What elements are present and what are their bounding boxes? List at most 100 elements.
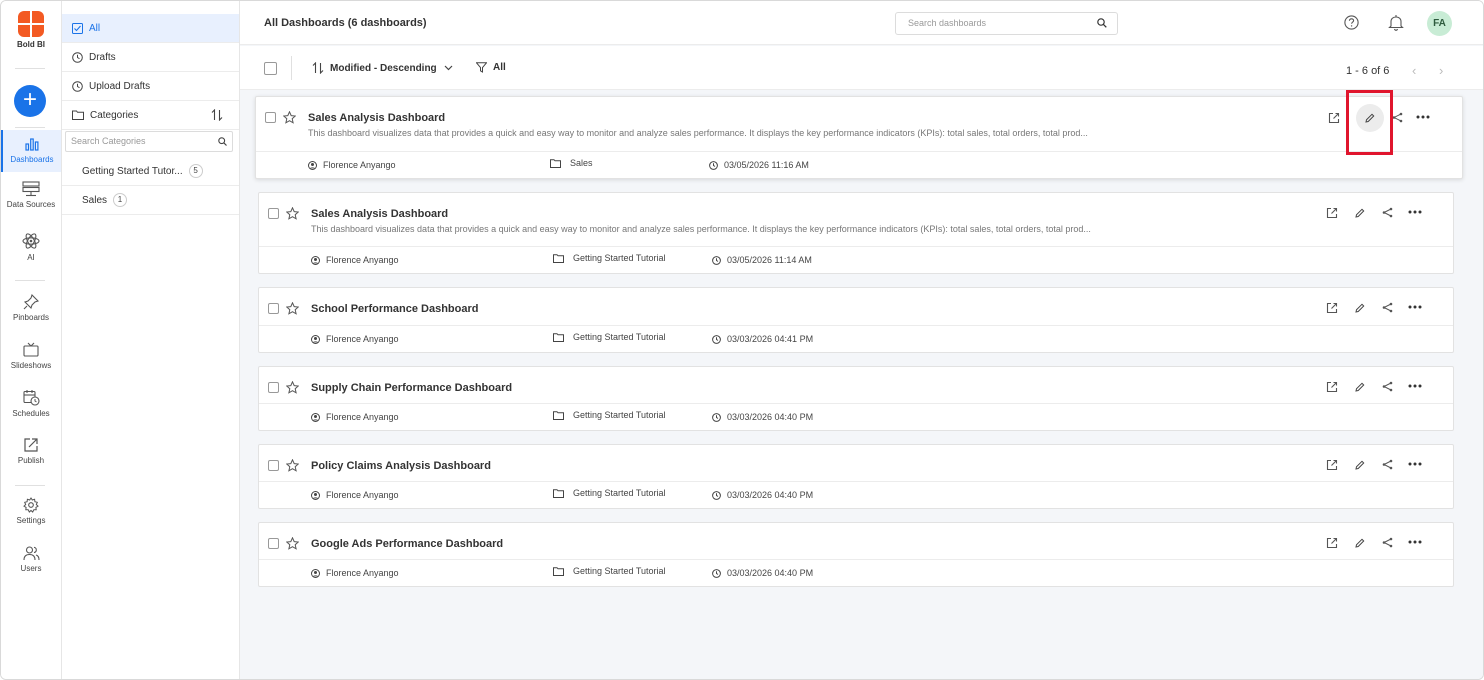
share-icon[interactable] — [1382, 537, 1393, 548]
star-icon[interactable] — [286, 207, 299, 220]
user-avatar[interactable]: FA — [1427, 11, 1452, 36]
open-external-icon[interactable] — [1326, 207, 1338, 219]
category-item[interactable]: Getting Started Tutor... 5 — [62, 157, 239, 186]
open-external-icon[interactable] — [1328, 112, 1340, 124]
nav-rail: Bold BI + Dashboards Data Sources AI Pin… — [1, 1, 62, 679]
modified-meta: 03/03/2026 04:41 PM — [712, 334, 813, 344]
star-icon[interactable] — [283, 111, 296, 124]
rail-dashboards[interactable]: Dashboards — [1, 130, 61, 172]
view-drafts[interactable]: Drafts — [62, 43, 239, 72]
star-icon[interactable] — [286, 302, 299, 315]
open-external-icon[interactable] — [1326, 381, 1338, 393]
dashboard-card[interactable]: Supply Chain Performance Dashboard Flore… — [258, 366, 1454, 431]
prev-page-button[interactable]: ‹ — [1412, 63, 1416, 78]
share-icon[interactable] — [1382, 207, 1393, 218]
share-icon[interactable] — [1382, 302, 1393, 313]
users-icon — [22, 546, 40, 561]
category-search-input[interactable]: Search Categories — [65, 131, 233, 152]
categories-header: Categories — [62, 101, 239, 130]
owner-meta: Florence Anyango — [311, 568, 399, 578]
rail-label: Data Sources — [6, 200, 56, 209]
dashboard-title[interactable]: School Performance Dashboard — [311, 303, 479, 315]
folder-icon — [553, 332, 564, 342]
categories-label: Categories — [90, 109, 139, 121]
share-icon[interactable] — [1392, 112, 1403, 123]
more-options-icon[interactable] — [1408, 462, 1422, 466]
more-options-icon[interactable] — [1408, 540, 1422, 544]
dashboard-card[interactable]: Sales Analysis Dashboard This dashboard … — [258, 192, 1454, 274]
sort-arrows-icon[interactable] — [211, 109, 223, 121]
ai-atom-icon — [22, 233, 40, 249]
dashboard-title[interactable]: Sales Analysis Dashboard — [308, 112, 445, 124]
modified-date: 03/03/2026 04:40 PM — [727, 490, 814, 500]
rail-data-sources[interactable]: Data Sources — [1, 181, 61, 209]
rail-slideshows[interactable]: Slideshows — [1, 342, 61, 370]
modified-date: 03/03/2026 04:41 PM — [727, 334, 814, 344]
open-external-icon[interactable] — [1326, 537, 1338, 549]
share-icon[interactable] — [1382, 459, 1393, 470]
user-circle-icon — [311, 490, 320, 500]
dashboard-card[interactable]: Policy Claims Analysis Dashboard Florenc… — [258, 444, 1454, 509]
row-checkbox[interactable] — [265, 112, 276, 123]
row-checkbox[interactable] — [268, 303, 279, 314]
edit-pencil-icon[interactable] — [1355, 382, 1365, 392]
row-checkbox[interactable] — [268, 382, 279, 393]
select-all-checkbox[interactable] — [264, 62, 277, 75]
star-icon[interactable] — [286, 381, 299, 394]
more-options-icon[interactable] — [1408, 305, 1422, 309]
filter-dropdown[interactable]: All — [476, 62, 506, 73]
create-new-button[interactable]: + — [14, 85, 46, 117]
rail-label: Dashboards — [10, 155, 54, 164]
more-options-icon[interactable] — [1416, 115, 1430, 119]
owner-name: Florence Anyango — [323, 160, 396, 170]
edit-pencil-icon[interactable] — [1355, 208, 1365, 218]
row-checkbox[interactable] — [268, 538, 279, 549]
rail-ai[interactable]: AI — [1, 232, 61, 262]
next-page-button[interactable]: › — [1439, 63, 1443, 78]
rail-pinboards[interactable]: Pinboards — [1, 294, 61, 322]
row-checkbox[interactable] — [268, 208, 279, 219]
rail-schedules[interactable]: Schedules — [1, 389, 61, 418]
list-toolbar: Modified - Descending All 1 - 6 of 6 ‹ › — [240, 46, 1483, 90]
star-icon[interactable] — [286, 459, 299, 472]
dashboard-title[interactable]: Sales Analysis Dashboard — [311, 208, 448, 220]
owner-meta: Florence Anyango — [311, 412, 399, 422]
dashboard-card[interactable]: Google Ads Performance Dashboard Florenc… — [258, 522, 1454, 587]
notification-bell-icon[interactable] — [1388, 14, 1404, 31]
dashboard-card[interactable]: Sales Analysis Dashboard This dashboard … — [255, 96, 1463, 179]
user-circle-icon — [311, 255, 320, 265]
filter-label: All — [493, 62, 506, 73]
help-icon[interactable] — [1344, 15, 1359, 30]
bold-bi-logo[interactable]: Bold BI — [1, 11, 61, 49]
open-external-icon[interactable] — [1326, 302, 1338, 314]
dashboard-title[interactable]: Supply Chain Performance Dashboard — [311, 382, 512, 394]
dashboard-title[interactable]: Google Ads Performance Dashboard — [311, 538, 503, 550]
clock-icon — [712, 334, 721, 344]
dashboard-search-input[interactable]: Search dashboards — [895, 12, 1118, 35]
modified-meta: 03/03/2026 04:40 PM — [712, 490, 813, 500]
row-checkbox[interactable] — [268, 460, 279, 471]
clock-icon — [712, 490, 721, 500]
category-name: Getting Started Tutorial — [573, 410, 666, 420]
sort-dropdown[interactable]: Modified - Descending — [312, 62, 453, 74]
rail-users[interactable]: Users — [1, 545, 61, 573]
edit-pencil-icon[interactable] — [1355, 460, 1365, 470]
dashboard-title[interactable]: Policy Claims Analysis Dashboard — [311, 460, 491, 472]
view-all[interactable]: All — [62, 14, 239, 43]
sort-arrows-icon — [312, 62, 324, 74]
owner-name: Florence Anyango — [326, 412, 399, 422]
category-name: Getting Started Tutorial — [573, 488, 666, 498]
more-options-icon[interactable] — [1408, 210, 1422, 214]
view-upload-drafts[interactable]: Upload Drafts — [62, 72, 239, 101]
share-icon[interactable] — [1382, 381, 1393, 392]
edit-pencil-icon[interactable] — [1355, 538, 1365, 548]
open-external-icon[interactable] — [1326, 459, 1338, 471]
rail-publish[interactable]: Publish — [1, 437, 61, 465]
sort-label: Modified - Descending — [330, 62, 437, 74]
dashboard-card[interactable]: School Performance Dashboard Florence An… — [258, 287, 1454, 353]
edit-pencil-icon[interactable] — [1355, 303, 1365, 313]
rail-settings[interactable]: Settings — [1, 497, 61, 525]
star-icon[interactable] — [286, 537, 299, 550]
category-item[interactable]: Sales 1 — [62, 186, 239, 215]
more-options-icon[interactable] — [1408, 384, 1422, 388]
